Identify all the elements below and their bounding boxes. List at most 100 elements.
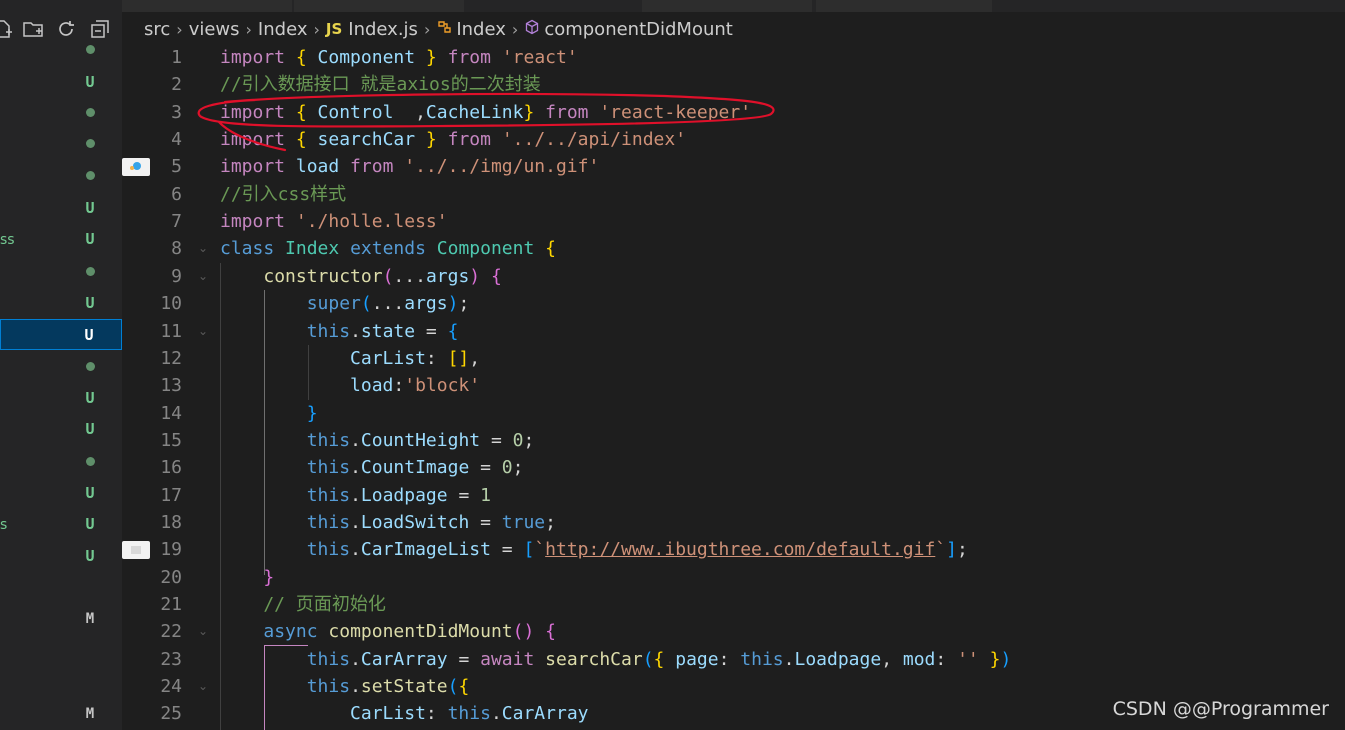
modified-dot-icon	[82, 128, 98, 159]
explorer-file-row[interactable]: U	[0, 414, 122, 445]
code-line[interactable]: import { searchCar } from '../../api/ind…	[220, 126, 686, 153]
code-line[interactable]: super(...args);	[220, 290, 470, 317]
code-line[interactable]: constructor(...args) {	[220, 263, 501, 290]
watermark: CSDN @@Programmer	[1112, 698, 1329, 720]
git-status-badge: U	[85, 230, 95, 248]
modified-dot-icon	[82, 351, 98, 382]
modified-dot-icon	[82, 446, 98, 477]
code-line[interactable]: load:'block'	[220, 372, 480, 399]
git-status-badge: U	[85, 199, 95, 217]
line-number: 25	[160, 703, 182, 725]
line-number: 24	[160, 676, 182, 698]
explorer-file-row[interactable]	[0, 97, 122, 128]
image-preview-icon[interactable]	[122, 541, 150, 559]
explorer-file-row[interactable]	[0, 256, 122, 287]
code-line[interactable]: //引入css样式	[220, 181, 346, 208]
explorer-file-row[interactable]	[0, 446, 122, 477]
line-number: 16	[160, 457, 182, 479]
code-line[interactable]: this.Loadpage = 1	[220, 482, 491, 509]
line-number: 13	[160, 375, 182, 397]
git-status-badge: U	[85, 484, 95, 502]
chevron-right-icon: ›	[245, 19, 252, 39]
explorer-file-row[interactable]: U	[0, 193, 122, 224]
code-line[interactable]: CarList: this.CarArray	[220, 700, 588, 727]
code-line[interactable]: this.setState({	[220, 673, 470, 700]
fold-chevron-icon[interactable]: ⌄	[198, 318, 208, 345]
line-number: 10	[160, 293, 182, 315]
fold-chevron-icon[interactable]: ⌄	[198, 673, 208, 700]
code-line[interactable]: import './holle.less'	[220, 208, 448, 235]
fold-chevron-icon[interactable]: ⌄	[198, 235, 208, 262]
line-number: 2	[171, 74, 182, 96]
explorer-file-row[interactable]: U	[0, 383, 122, 414]
image-preview-icon[interactable]	[122, 158, 150, 176]
line-number: 15	[160, 429, 182, 451]
line-number: 19	[160, 539, 182, 561]
git-status-badge: U	[85, 294, 95, 312]
modified-dot-icon	[82, 34, 98, 65]
code-line[interactable]: }	[220, 564, 274, 591]
line-number: 14	[160, 402, 182, 424]
fold-chevron-icon[interactable]: ⌄	[198, 263, 208, 290]
breadcrumb-index-file[interactable]: Index.js	[348, 19, 418, 40]
code-line[interactable]: import { Control ,CacheLink} from 'react…	[220, 99, 751, 126]
line-number: 9	[171, 265, 182, 287]
git-status-badge: U	[85, 515, 95, 533]
line-number: 5	[171, 156, 182, 178]
line-number: 18	[160, 511, 182, 533]
chevron-right-icon: ›	[176, 19, 183, 39]
code-line[interactable]: this.CarImageList = [`http://www.ibugthr…	[220, 536, 968, 563]
line-number: 20	[160, 566, 182, 588]
line-number: 21	[160, 594, 182, 615]
breadcrumb-class-index[interactable]: Index	[456, 19, 506, 40]
method-symbol-icon	[524, 19, 540, 40]
line-number: 8	[171, 238, 182, 260]
explorer-file-row[interactable]: U	[0, 478, 122, 509]
code-line[interactable]: //引入数据接口 就是axios的二次封装	[220, 71, 541, 98]
line-number: 23	[160, 648, 182, 670]
git-status-badge: U	[85, 547, 95, 565]
git-status-badge: U	[85, 420, 95, 438]
modified-dot-icon	[82, 97, 98, 128]
code-line[interactable]: this.CountImage = 0;	[220, 454, 524, 481]
line-number: 12	[160, 347, 182, 369]
explorer-file-row[interactable]: U	[0, 541, 122, 572]
breadcrumb-views[interactable]: views	[189, 19, 240, 40]
explorer-file-row[interactable]	[0, 351, 122, 382]
breadcrumb-src[interactable]: src	[144, 19, 170, 40]
line-number: 22	[160, 621, 182, 643]
explorer-file-row[interactable]: M	[0, 699, 122, 730]
line-number: 1	[171, 47, 182, 68]
line-number: 11	[160, 320, 182, 342]
breadcrumb-method[interactable]: componentDidMount	[544, 19, 733, 40]
code-line[interactable]: this.CarArray = await searchCar({ page: …	[220, 646, 1012, 673]
code-line[interactable]: async componentDidMount() {	[220, 618, 556, 645]
code-line[interactable]: import load from '../../img/un.gif'	[220, 153, 599, 180]
javascript-file-icon: JS	[325, 20, 343, 38]
code-line[interactable]: // 页面初始化	[220, 591, 386, 618]
explorer-file-row[interactable]	[0, 128, 122, 159]
git-status-badge: U	[84, 326, 94, 344]
fold-chevron-icon[interactable]: ⌄	[198, 618, 208, 645]
code-line[interactable]: this.LoadSwitch = true;	[220, 509, 556, 536]
explorer-file-row[interactable]	[0, 160, 122, 191]
explorer-file-row[interactable]: U	[0, 509, 122, 540]
code-line[interactable]: }	[220, 400, 318, 427]
explorer-file-row[interactable]: M	[0, 604, 122, 635]
git-status-badge: M	[85, 611, 95, 627]
code-line[interactable]: CarList: [],	[220, 345, 480, 372]
git-status-badge: M	[85, 706, 95, 722]
modified-dot-icon	[82, 256, 98, 287]
explorer-file-row[interactable]: U	[0, 288, 122, 319]
explorer-file-row[interactable]: U	[0, 224, 122, 255]
line-number: 4	[171, 129, 182, 151]
line-number: 7	[171, 211, 182, 233]
explorer-file-row[interactable]: U	[0, 67, 122, 98]
code-line[interactable]: import { Component } from 'react'	[220, 44, 578, 71]
explorer-file-row[interactable]	[0, 34, 122, 65]
code-line[interactable]: class Index extends Component {	[220, 235, 556, 262]
breadcrumb-index-folder[interactable]: Index	[258, 19, 308, 40]
code-line[interactable]: this.CountHeight = 0;	[220, 427, 535, 454]
explorer-file-row[interactable]: U	[0, 319, 122, 350]
code-line[interactable]: this.state = {	[220, 318, 459, 345]
